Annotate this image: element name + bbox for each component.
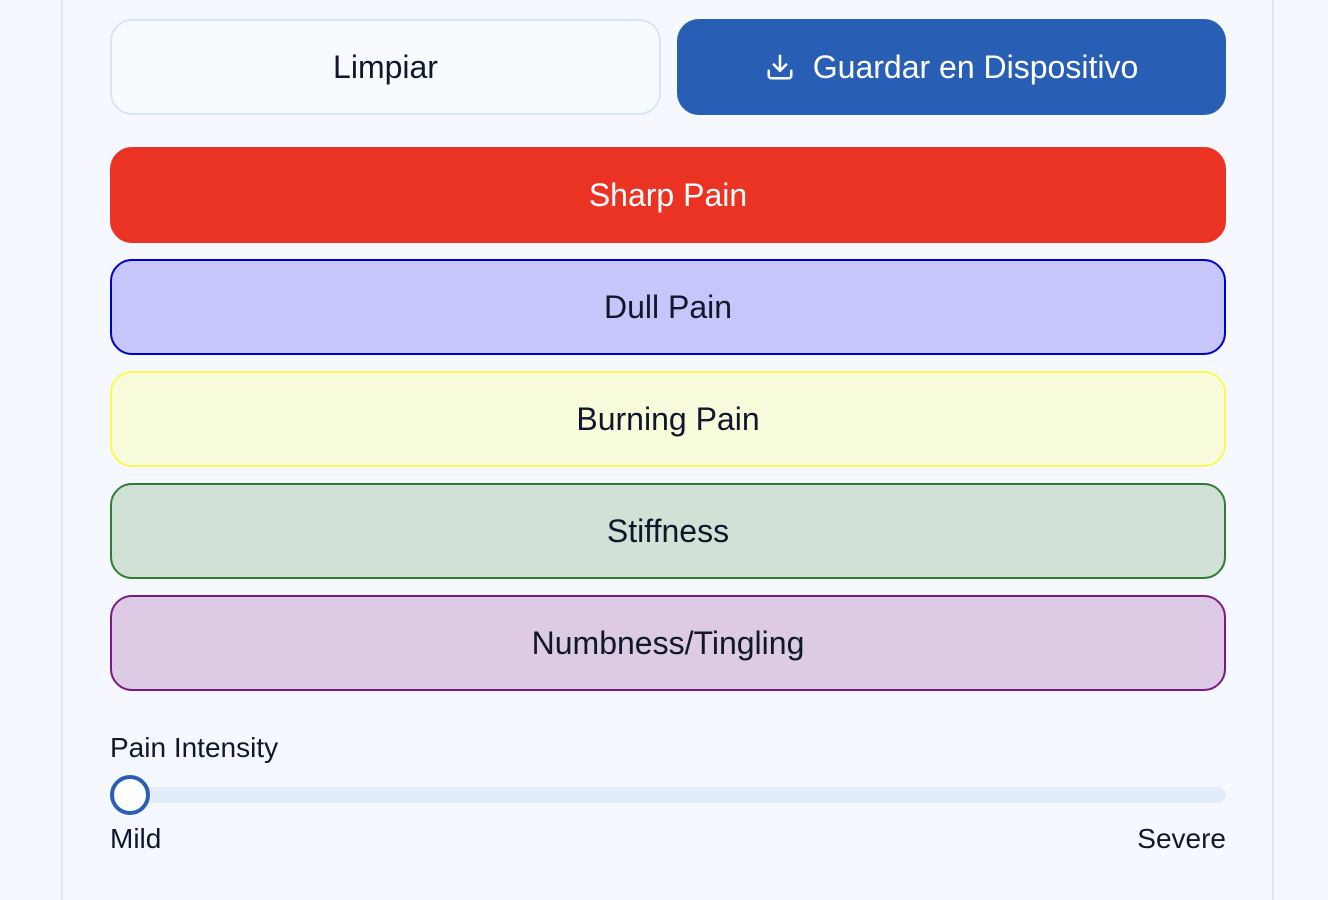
- save-button-label: Guardar en Dispositivo: [812, 48, 1139, 85]
- pain-type-label: Stiffness: [606, 512, 730, 549]
- pain-type-burning-button[interactable]: Burning Pain: [110, 371, 1226, 467]
- pain-type-dull-button[interactable]: Dull Pain: [110, 259, 1226, 355]
- clear-button-label: Limpiar: [333, 48, 438, 85]
- pain-type-label: Numbness/Tingling: [531, 624, 805, 661]
- intensity-max-label: Severe: [1137, 823, 1226, 854]
- pain-type-label: Burning Pain: [576, 400, 760, 437]
- pain-type-stiffness-button[interactable]: Stiffness: [110, 483, 1226, 579]
- pain-type-numbness-button[interactable]: Numbness/Tingling: [110, 595, 1226, 691]
- pain-type-label: Dull Pain: [603, 288, 733, 325]
- pain-type-sharp-button[interactable]: Sharp Pain: [110, 147, 1226, 243]
- save-to-device-button[interactable]: Guardar en Dispositivo: [677, 19, 1226, 115]
- pain-intensity-slider-track[interactable]: [110, 787, 1226, 803]
- download-icon: [765, 52, 795, 82]
- pain-type-label: Sharp Pain: [588, 176, 748, 213]
- pain-intensity-label: Pain Intensity: [110, 732, 279, 763]
- pain-intensity-slider-thumb[interactable]: [110, 775, 150, 815]
- clear-button[interactable]: Limpiar: [110, 19, 661, 115]
- intensity-min-label: Mild: [110, 823, 162, 854]
